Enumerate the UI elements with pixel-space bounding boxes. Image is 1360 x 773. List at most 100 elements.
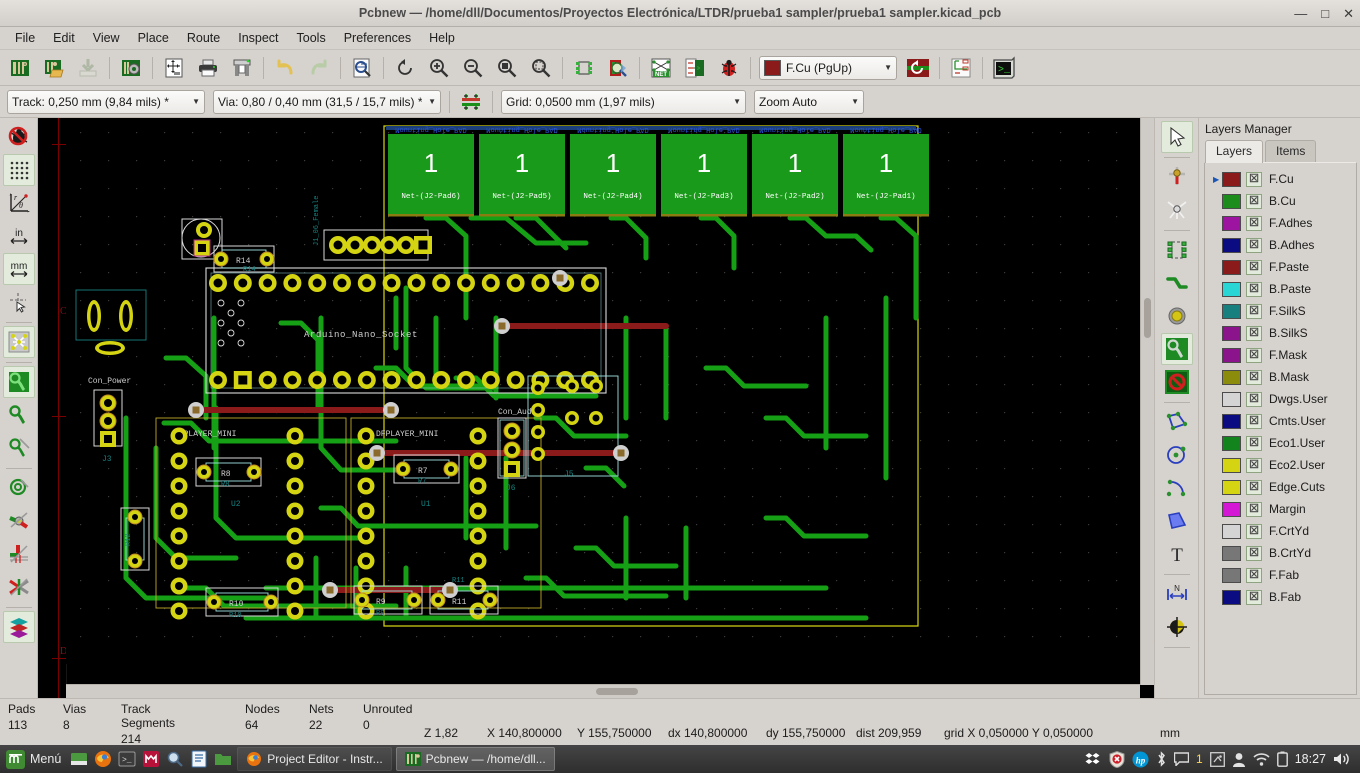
layer-row-dwgs-user[interactable]: ☒ Dwgs.User: [1205, 388, 1356, 410]
maximize-button[interactable]: □: [1321, 7, 1329, 20]
zone-outline-toggle[interactable]: [3, 432, 35, 464]
layer-visibility-checkbox[interactable]: ☒: [1246, 303, 1262, 319]
layer-row-b-fab[interactable]: ☒ B.Fab: [1205, 586, 1356, 608]
menu-item-route[interactable]: Route: [178, 29, 229, 47]
layer-row-edge-cuts[interactable]: ☒ Edge.Cuts: [1205, 476, 1356, 498]
layer-row-cmts-user[interactable]: ☒ Cmts.User: [1205, 410, 1356, 432]
plot-button[interactable]: [226, 52, 258, 84]
layer-row-b-cu[interactable]: ☒ B.Cu: [1205, 190, 1356, 212]
layer-visibility-checkbox[interactable]: ☒: [1246, 171, 1262, 187]
via-size-select[interactable]: Via: 0,80 / 0,40 mm (31,5 / 15,7 mils) *…: [213, 89, 441, 114]
layer-color-swatch[interactable]: [1222, 369, 1241, 385]
drc-warnings-toggle[interactable]: [3, 121, 35, 153]
layer-visibility-checkbox[interactable]: ☒: [1246, 457, 1262, 473]
layer-row-b-adhes[interactable]: ☒ B.Adhes: [1205, 234, 1356, 256]
pad-sketch-toggle[interactable]: [3, 538, 35, 570]
layer-color-swatch[interactable]: [1222, 303, 1241, 319]
layer-visibility-checkbox[interactable]: ☒: [1246, 347, 1262, 363]
highlight-net-tool[interactable]: [1161, 194, 1193, 226]
layer-visibility-checkbox[interactable]: ☒: [1246, 523, 1262, 539]
add-via-tool[interactable]: [1161, 300, 1193, 332]
layer-row-b-crtyd[interactable]: ☒ B.CrtYd: [1205, 542, 1356, 564]
open-board-button[interactable]: [38, 52, 70, 84]
layer-row-b-silks[interactable]: ☒ B.SilkS: [1205, 322, 1356, 344]
layer-color-swatch[interactable]: [1222, 193, 1241, 209]
undo-button[interactable]: [269, 52, 301, 84]
polar-coords-toggle[interactable]: r θ: [3, 187, 35, 219]
layer-color-swatch[interactable]: [1222, 567, 1241, 583]
zone-fill-toggle[interactable]: [3, 399, 35, 431]
zoom-in-button[interactable]: [423, 52, 455, 84]
save-board-button[interactable]: [72, 52, 104, 84]
layer-row-b-mask[interactable]: ☒ B.Mask: [1205, 366, 1356, 388]
terminal-icon[interactable]: >_: [116, 748, 138, 770]
add-text-tool[interactable]: T: [1161, 538, 1193, 570]
track-via-properties-button[interactable]: [455, 86, 487, 118]
layer-visibility-checkbox[interactable]: ☒: [1246, 369, 1262, 385]
canvas-vertical-scrollbar[interactable]: [1140, 118, 1154, 685]
layer-visibility-checkbox[interactable]: ☒: [1246, 391, 1262, 407]
layer-color-swatch[interactable]: [1222, 237, 1241, 253]
units-mm-button[interactable]: mm: [2, 253, 35, 285]
taskbar-window-button[interactable]: Project Editor - Instr...: [237, 747, 392, 771]
layer-visibility-checkbox[interactable]: ☒: [1246, 545, 1262, 561]
tab-items[interactable]: Items: [1265, 140, 1317, 162]
layer-color-swatch[interactable]: [1222, 281, 1241, 297]
layer-visibility-checkbox[interactable]: ☒: [1246, 589, 1262, 605]
redo-button[interactable]: [303, 52, 335, 84]
layer-color-swatch[interactable]: [1222, 435, 1241, 451]
menu-item-help[interactable]: Help: [420, 29, 464, 47]
add-polygon-tool[interactable]: [1161, 406, 1193, 438]
route-track-tool[interactable]: [1161, 267, 1193, 299]
update-pcb-from-schematic-button[interactable]: [679, 52, 711, 84]
pcb-drawing-area[interactable]: 1 Net-(J2-Pad6) Mounting_Hole_PAD 1 Net-(J2-…: [66, 118, 1154, 698]
local-ratsnest-tool[interactable]: [1161, 161, 1193, 193]
graphics-sketch-toggle[interactable]: [3, 571, 35, 603]
add-arc-tool[interactable]: [1161, 472, 1193, 504]
menu-item-view[interactable]: View: [84, 29, 129, 47]
taskbar-window-button[interactable]: Pcbnew — /home/dll...: [395, 747, 555, 771]
layer-color-swatch[interactable]: [1222, 523, 1241, 539]
layer-color-swatch[interactable]: [1222, 171, 1241, 187]
menu-item-place[interactable]: Place: [129, 29, 178, 47]
select-tool[interactable]: [1160, 121, 1193, 153]
footprint-editor-button[interactable]: [568, 52, 600, 84]
layer-visibility-checkbox[interactable]: ☒: [1246, 259, 1262, 275]
net-highlight-button[interactable]: [945, 52, 977, 84]
menu-item-file[interactable]: File: [6, 29, 44, 47]
netlist-button[interactable]: NET: [645, 52, 677, 84]
menu-item-inspect[interactable]: Inspect: [229, 29, 287, 47]
cursor-shape-toggle[interactable]: [3, 286, 35, 318]
close-button[interactable]: ✕: [1343, 7, 1354, 20]
add-graphic-polygon-tool[interactable]: [1161, 505, 1193, 537]
layer-visibility-checkbox[interactable]: ☒: [1246, 237, 1262, 253]
layers-list[interactable]: ▶ ☒ F.Cu ☒ B.Cu ☒ F.Adhes ☒ B.Adhes ☒ F.Paste ☒ B.Pa…: [1204, 162, 1357, 695]
layer-row-f-fab[interactable]: ☒ F.Fab: [1205, 564, 1356, 586]
layer-visibility-checkbox[interactable]: ☒: [1246, 435, 1262, 451]
footprint-viewer-button[interactable]: [602, 52, 634, 84]
layer-row-f-cu[interactable]: ▶ ☒ F.Cu: [1205, 168, 1356, 190]
units-inches-button[interactable]: in: [3, 220, 35, 252]
layer-color-swatch[interactable]: [1222, 545, 1241, 561]
layer-color-swatch[interactable]: [1222, 479, 1241, 495]
new-board-button[interactable]: [4, 52, 36, 84]
track-width-select[interactable]: Track: 0,250 mm (9,84 mils) * ▼: [7, 89, 205, 114]
menu-item-tools[interactable]: Tools: [288, 29, 335, 47]
layer-row-eco2-user[interactable]: ☒ Eco2.User: [1205, 454, 1356, 476]
text-editor-icon[interactable]: [188, 748, 210, 770]
firefox-icon[interactable]: [92, 748, 114, 770]
layer-visibility-checkbox[interactable]: ☒: [1246, 479, 1262, 495]
start-menu-button[interactable]: Menú: [4, 749, 67, 769]
add-dimension-tool[interactable]: N: [1161, 578, 1193, 610]
layer-color-swatch[interactable]: [1222, 589, 1241, 605]
show-desktop-icon[interactable]: [68, 748, 90, 770]
layer-color-swatch[interactable]: [1222, 501, 1241, 517]
layer-visibility-checkbox[interactable]: ☒: [1246, 215, 1262, 231]
layer-row-f-adhes[interactable]: ☒ F.Adhes: [1205, 212, 1356, 234]
grid-visibility-toggle[interactable]: [2, 154, 35, 186]
layer-visibility-checkbox[interactable]: ☒: [1246, 281, 1262, 297]
layer-color-swatch[interactable]: [1222, 259, 1241, 275]
layer-visibility-checkbox[interactable]: ☒: [1246, 501, 1262, 517]
layer-row-f-paste[interactable]: ☒ F.Paste: [1205, 256, 1356, 278]
add-filled-zone-tool[interactable]: [1160, 333, 1193, 365]
